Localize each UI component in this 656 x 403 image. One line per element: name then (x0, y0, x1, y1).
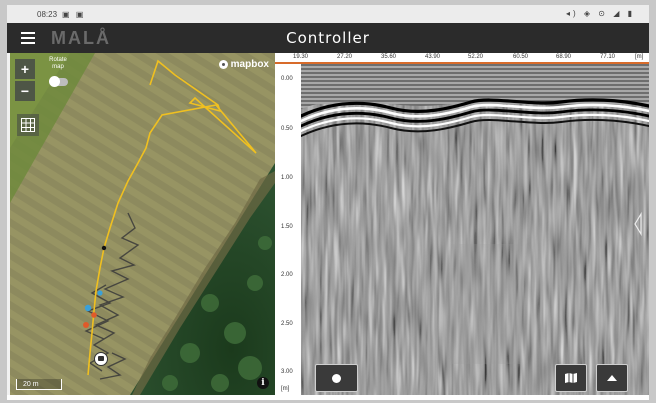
tablet-screen: 08:23 ▣ ▣ ◂) ◈ ⊙ ◢ ▮ MALÅ Controller + −… (7, 5, 649, 400)
x-tick: 77.10 (600, 54, 616, 60)
y-tick: 2.00 (281, 272, 293, 278)
map-view-button[interactable] (555, 364, 587, 392)
record-icon (332, 373, 341, 383)
y-tick: 0.00 (281, 76, 293, 82)
expand-button[interactable] (596, 364, 628, 392)
status-bar: 08:23 ▣ ▣ ◂) ◈ ⊙ ◢ ▮ (7, 5, 649, 23)
y-tick: 3.00 (281, 369, 293, 375)
x-unit: [m] (635, 54, 644, 60)
y-tick: 0.50 (281, 126, 293, 132)
x-tick: 68.90 (556, 54, 572, 60)
rotate-label-map: map (52, 64, 64, 70)
status-system-icons: ◂) ◈ ⊙ ◢ ▮ (566, 9, 635, 18)
satellite-imagery (10, 53, 275, 395)
zoom-out-button[interactable]: − (15, 81, 35, 101)
x-tick: 60.50 (513, 54, 529, 60)
camera-marker-icon[interactable] (94, 352, 108, 366)
status-notification-icons: ▣ ▣ (62, 9, 86, 19)
bottom-status-bar (7, 395, 649, 400)
map-view[interactable]: + − Rotate map mapbox 20 m i (10, 53, 275, 395)
app-bar: MALÅ Controller (7, 23, 649, 53)
x-tick: 43.90 (425, 54, 441, 60)
y-tick: 2.50 (281, 321, 293, 327)
page-title: Controller (286, 29, 370, 47)
y-unit: [m] (281, 386, 290, 392)
chevron-up-icon (607, 375, 617, 381)
radargram-panel[interactable]: 19.30 27.20 35.60 43.90 52.20 60.50 68.9… (275, 53, 649, 395)
x-tick: 27.20 (337, 54, 353, 60)
y-tick: 1.00 (281, 175, 293, 181)
rotate-map-toggle[interactable] (49, 76, 68, 87)
mapbox-attribution: mapbox (218, 59, 269, 70)
info-icon[interactable]: i (257, 377, 269, 389)
toggle-knob (49, 76, 60, 87)
map-scale-bar: 20 m (16, 379, 62, 390)
grid-button[interactable] (17, 114, 39, 136)
depth-axis: 0.00 0.50 1.00 1.50 2.00 2.50 3.00 [m] (275, 64, 301, 395)
radargram-image (301, 64, 649, 395)
zoom-in-button[interactable]: + (15, 59, 35, 79)
mapbox-logo-icon (218, 60, 228, 69)
map-icon (565, 373, 577, 383)
x-tick: 52.20 (468, 54, 484, 60)
record-button[interactable] (315, 364, 358, 392)
rotate-label: Rotate (49, 57, 67, 63)
status-time: 08:23 (37, 9, 58, 19)
y-tick: 1.50 (281, 224, 293, 230)
x-tick: 19.30 (293, 54, 309, 60)
grid-icon (21, 118, 35, 132)
x-tick: 35.60 (381, 54, 397, 60)
mapbox-label: mapbox (230, 59, 269, 70)
